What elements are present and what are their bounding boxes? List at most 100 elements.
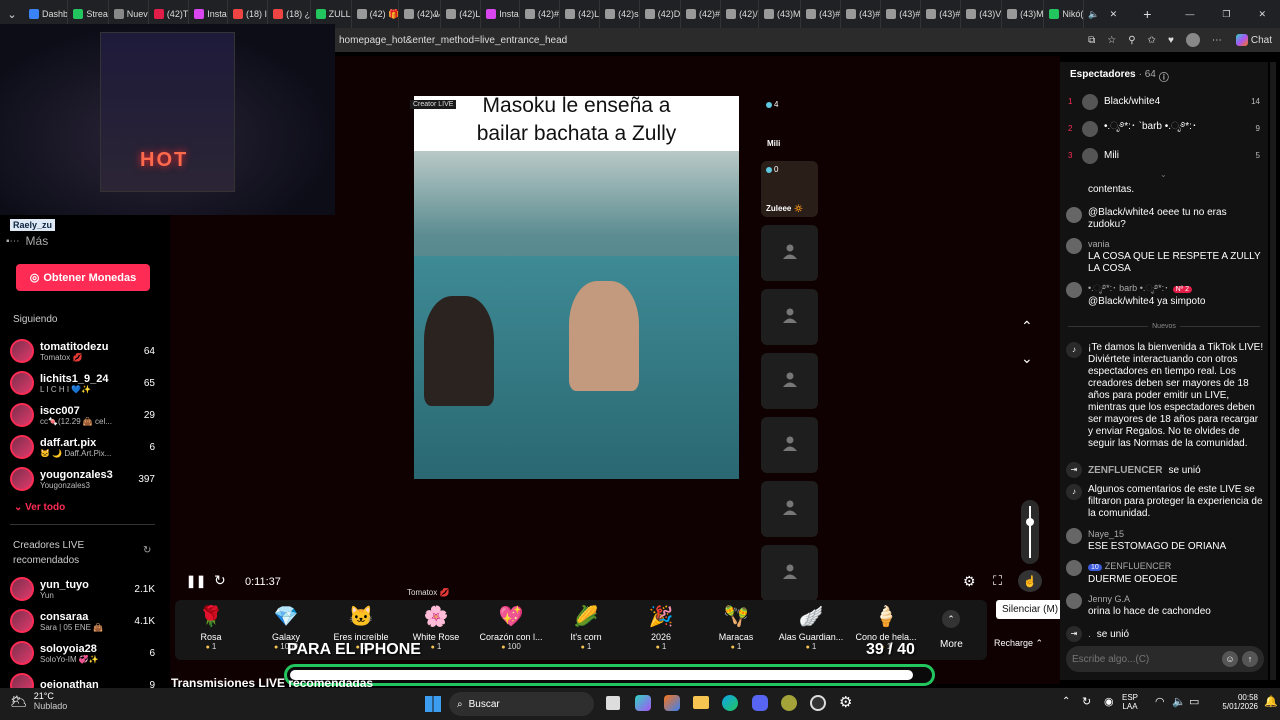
chat-username[interactable]: •.ೃ࿔*:･ barb •.ೃ࿔*:･ — [1088, 283, 1169, 293]
recharge-button[interactable]: Recharge ⌃ — [994, 638, 1043, 649]
sidebar-user-row[interactable]: yougonzales3 Yougonzales3 397 — [10, 463, 155, 495]
sidebar-user-row[interactable]: yun_tuyo Yun 2.1K — [10, 573, 155, 605]
chat-username[interactable]: Naye_15 — [1088, 529, 1124, 539]
mute-button[interactable]: ☝ — [1018, 570, 1042, 592]
address-bar[interactable]: homepage_hot&enter_method=live_entrance_… — [335, 28, 1280, 52]
ranking-row[interactable]: 1 Black/white4 14 — [1068, 88, 1260, 115]
chat-message[interactable]: contentas. — [1066, 184, 1264, 200]
discord-icon[interactable] — [752, 695, 768, 711]
sidebar-user-row[interactable]: soloyoia28 SoloYo-IM 💞✨ 6 — [10, 637, 155, 669]
sidebar-user-row[interactable]: daff.art.pix 🐱 🌙 Daff.Art.Pix... 6 — [10, 431, 155, 463]
join-user[interactable]: ZENFLUENCER — [1088, 465, 1162, 476]
chat-message[interactable]: @Black/white4 oeee tu no eras zudoku? — [1066, 207, 1264, 231]
sidebar-user-row[interactable]: tomatitodezu Tomatox 💋 64 — [10, 335, 155, 367]
app-icon[interactable] — [781, 695, 797, 711]
empty-guest-slot[interactable] — [761, 417, 818, 473]
browser-tab[interactable]: (43)M — [759, 0, 802, 28]
menu-icon[interactable]: ⋯ — [1212, 35, 1222, 46]
scroll-up-icon[interactable]: ⌃ — [1021, 318, 1033, 335]
chat-input[interactable] — [1072, 653, 1222, 665]
empty-guest-slot[interactable] — [761, 481, 818, 537]
ranking-row[interactable]: 3 Mili 5 — [1068, 142, 1260, 169]
chat-message[interactable]: Jenny G.A orina lo hace de cachondeo — [1066, 593, 1264, 618]
chat-username[interactable]: Jenny G.A — [1088, 594, 1130, 604]
sidebar-user-row[interactable]: consaraa Sara | 05 ENE 👜 4.1K — [10, 605, 155, 637]
info-icon[interactable]: ⓘ — [1159, 69, 1169, 84]
gift-item[interactable]: 💖 Corazón con l... ● 100 — [474, 604, 548, 651]
bookmark-icon[interactable]: ☆ — [1107, 35, 1116, 46]
chat-username[interactable]: ZENFLUENCER — [1105, 561, 1172, 571]
open-app-icon[interactable]: ⧉ — [1088, 35, 1095, 46]
m365-icon[interactable] — [664, 695, 680, 711]
browser-tab[interactable]: (42)/ — [721, 0, 759, 28]
browser-tab[interactable]: (42)D — [640, 0, 682, 28]
task-view-icon[interactable] — [606, 696, 620, 710]
weather-widget[interactable]: 🌥 21°C Nublado — [10, 691, 67, 711]
live-video[interactable]: Masoku le enseña a bailar bachata a Zull… — [414, 96, 739, 479]
tray-sync-icon[interactable]: ↻ — [1082, 695, 1091, 708]
guest-slot-zuleee[interactable]: 0 Zuleee 🔅 — [761, 161, 818, 217]
collapse-icon[interactable]: ⌄ — [1160, 170, 1167, 179]
gift-item[interactable]: 🎉 2026 ● 1 — [624, 604, 698, 651]
maximize-icon[interactable]: ❐ — [1208, 9, 1244, 20]
browser-tab[interactable]: (43)# — [841, 0, 882, 28]
empty-guest-slot[interactable] — [761, 353, 818, 409]
gift-item[interactable]: 🪇 Maracas ● 1 — [699, 604, 773, 651]
extensions-icon[interactable]: ⚲ — [1128, 35, 1135, 46]
clock[interactable]: 00:58 5/01/2026 — [1218, 693, 1258, 711]
browser-tab[interactable]: (43)V — [961, 0, 1003, 28]
chat-message[interactable]: 10 ZENFLUENCER DUERME OEOEOE — [1066, 560, 1264, 586]
sidebar-user-row[interactable]: iscc007 cc🍬(12.29 👜 cel... 29 — [10, 399, 155, 431]
pause-icon[interactable]: ❚❚ — [186, 574, 206, 588]
more-nav[interactable]: ▪⋯ Más — [6, 234, 48, 248]
browser-tab[interactable]: (42)L — [441, 0, 482, 28]
volume-slider[interactable] — [1021, 500, 1039, 564]
notification-icon[interactable]: 🔔 — [1264, 695, 1278, 708]
more-gifts-button[interactable]: More — [940, 639, 963, 650]
streamer-tag[interactable]: Raely_zu — [10, 219, 56, 231]
copilot-app-icon[interactable] — [635, 695, 651, 711]
browser-tab[interactable]: (43)# — [801, 0, 842, 28]
url-text[interactable]: homepage_hot&enter_method=live_entrance_… — [339, 35, 1082, 46]
join-user[interactable]: . — [1088, 629, 1091, 640]
minimize-icon[interactable]: — — [1171, 9, 1208, 19]
scroll-down-icon[interactable]: ⌄ — [1021, 350, 1033, 367]
fullscreen-icon[interactable]: ⛶ — [993, 573, 1002, 589]
gift-item[interactable]: 🌹 Rosa ● 1 — [174, 604, 248, 651]
browser-tab[interactable]: (43)# — [921, 0, 962, 28]
browser-tab[interactable]: (42)s — [600, 0, 640, 28]
browser-tab[interactable]: Nikó( — [1044, 0, 1085, 28]
volume-thumb[interactable] — [1026, 518, 1034, 526]
profile-avatar[interactable] — [1185, 33, 1200, 47]
obs-icon[interactable] — [810, 695, 826, 711]
sidebar-user-row[interactable]: lichits1_9_24 L I C H I 💙✨ 65 — [10, 367, 155, 399]
windows-start-icon[interactable] — [425, 696, 441, 712]
tab-list-chevron-icon[interactable]: ⌄ — [0, 8, 24, 21]
chat-message[interactable]: •.ೃ࿔*:･ barb •.ೃ࿔*:･ Nº 2 @Black/white4 ya… — [1066, 282, 1264, 308]
chat-message[interactable]: vania LA COSA QUE LE RESPETE A ZULLY LA C… — [1066, 238, 1264, 275]
empty-guest-slot[interactable] — [761, 289, 818, 345]
gift-scroll-up-icon[interactable]: ⌃ — [942, 610, 960, 628]
browser-tab[interactable]: (42)Ꮂ — [399, 0, 442, 28]
chat-message[interactable]: Naye_15 ESE ESTOMAGO DE ORIANA — [1066, 528, 1264, 553]
file-explorer-icon[interactable] — [693, 696, 709, 709]
favorites-icon[interactable]: ✩ — [1148, 35, 1156, 46]
send-icon[interactable]: ↑ — [1242, 651, 1258, 667]
empty-guest-slot[interactable] — [761, 545, 818, 601]
new-tab-icon[interactable]: + — [1123, 6, 1171, 22]
settings-app-icon[interactable]: ⚙ — [839, 693, 852, 711]
browser-tab[interactable]: (42)# — [520, 0, 561, 28]
settings-icon[interactable]: ⚙ — [963, 573, 976, 590]
empty-guest-slot[interactable] — [761, 225, 818, 281]
browser-tab[interactable]: Insta — [481, 0, 521, 28]
security-icon[interactable]: ♥ — [1168, 35, 1174, 46]
edge-icon[interactable] — [722, 695, 738, 711]
wifi-icon[interactable]: ◠ — [1155, 695, 1165, 708]
tray-chevron-icon[interactable]: ⌃ — [1062, 696, 1070, 707]
taskbar-search[interactable]: ⌕ Buscar — [449, 692, 594, 716]
get-coins-button[interactable]: ◎ Obtener Monedas — [16, 264, 150, 291]
language-indicator[interactable]: ESP LAA — [1122, 693, 1138, 711]
gift-item[interactable]: 🪽 Alas Guardian... ● 1 — [774, 604, 848, 651]
browser-tab[interactable]: (43)M — [1002, 0, 1045, 28]
browser-tab[interactable]: (42)# — [681, 0, 722, 28]
